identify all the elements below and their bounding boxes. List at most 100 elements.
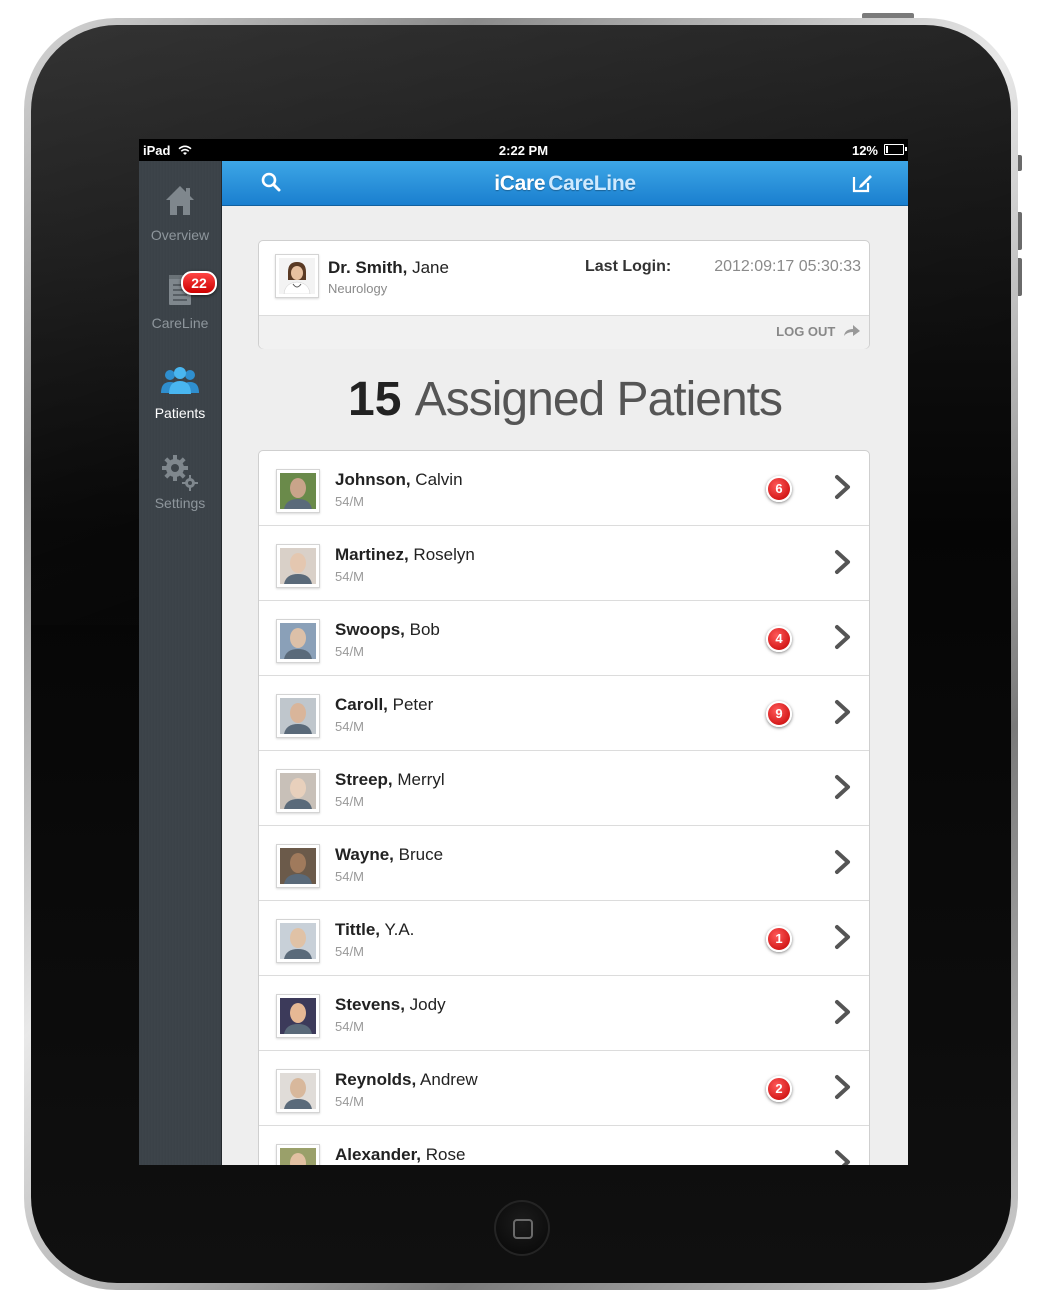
patient-name: Alexander, Rose xyxy=(335,1145,465,1165)
patient-last-name: Stevens, xyxy=(335,995,405,1014)
patient-row[interactable]: Martinez, Roselyn 54/M xyxy=(259,526,869,601)
patient-first-name: Merryl xyxy=(397,770,445,789)
patient-row[interactable]: Stevens, Jody 54/M xyxy=(259,976,869,1051)
patient-avatar xyxy=(276,694,320,738)
alert-count-badge: 2 xyxy=(766,1076,792,1102)
patient-row[interactable]: Swoops, Bob 54/M 4 xyxy=(259,601,869,676)
logout-arrow-icon xyxy=(844,325,860,336)
patient-avatar xyxy=(276,619,320,663)
doctor-card: Dr. Smith, Jane Neurology Last Login: 20… xyxy=(258,240,870,349)
patient-last-name: Reynolds, xyxy=(335,1070,417,1089)
patient-name: Wayne, Bruce xyxy=(335,845,443,865)
patient-photo xyxy=(280,548,316,584)
home-button[interactable] xyxy=(494,1200,550,1256)
patient-last-name: Wayne, xyxy=(335,845,394,864)
careline-badge: 22 xyxy=(181,271,217,295)
patient-first-name: Roselyn xyxy=(413,545,475,564)
patient-list: Johnson, Calvin 54/M 6 Martinez, Roselyn… xyxy=(258,450,870,1165)
sidebar-item-careline[interactable]: 22 CareLine xyxy=(139,271,221,359)
patient-last-name: Swoops, xyxy=(335,620,405,639)
last-login-value: 2012:09:17 05:30:33 xyxy=(714,258,861,275)
logout-button[interactable]: LOG OUT xyxy=(776,324,861,339)
patient-avatar xyxy=(276,919,320,963)
patient-info: 54/M xyxy=(335,644,364,659)
patient-first-name: Rose xyxy=(425,1145,466,1164)
patient-avatar xyxy=(276,544,320,588)
patient-row[interactable]: Tittle, Y.A. 54/M 1 xyxy=(259,901,869,976)
patient-name: Martinez, Roselyn xyxy=(335,545,475,565)
status-bar: iPad 2:22 PM 12% xyxy=(139,139,908,161)
patient-info: 54/M xyxy=(335,1094,364,1109)
sidebar-item-settings[interactable]: Settings xyxy=(139,453,221,539)
sidebar-item-label: Settings xyxy=(154,495,206,511)
patient-info: 54/M xyxy=(335,494,364,509)
patient-avatar xyxy=(276,769,320,813)
patient-info: 54/M xyxy=(335,794,364,809)
patient-name: Swoops, Bob xyxy=(335,620,440,640)
patient-photo xyxy=(280,1073,316,1109)
chevron-right-icon xyxy=(835,1000,850,1024)
chevron-right-icon xyxy=(835,625,850,649)
patient-photo xyxy=(280,623,316,659)
app-title: iCare CareLine xyxy=(222,172,908,196)
patient-row[interactable]: Wayne, Bruce 54/M xyxy=(259,826,869,901)
patient-last-name: Alexander, xyxy=(335,1145,421,1164)
sidebar-item-label: Patients xyxy=(154,405,206,421)
chevron-right-icon xyxy=(835,700,850,724)
patient-first-name: Andrew xyxy=(420,1070,478,1089)
patient-name: Caroll, Peter xyxy=(335,695,433,715)
alert-count-badge: 1 xyxy=(766,926,792,952)
status-time: 2:22 PM xyxy=(498,143,549,158)
patient-photo xyxy=(280,1148,316,1165)
app-title-prefix: iCare xyxy=(494,172,546,195)
patient-row[interactable]: Reynolds, Andrew 54/M 2 xyxy=(259,1051,869,1126)
patient-first-name: Bob xyxy=(409,620,440,639)
patient-row[interactable]: Alexander, Rose 54/M xyxy=(259,1126,869,1165)
patient-first-name: Y.A. xyxy=(384,920,415,939)
app-header: iCare CareLine xyxy=(222,161,908,206)
sidebar-item-label: CareLine xyxy=(151,315,209,331)
patient-info: 54/M xyxy=(335,1019,364,1034)
sidebar-item-overview[interactable]: Overview xyxy=(139,183,221,269)
chevron-right-icon xyxy=(835,550,850,574)
patient-name: Stevens, Jody xyxy=(335,995,446,1015)
patient-first-name: Calvin xyxy=(415,470,463,489)
chevron-right-icon xyxy=(835,850,850,874)
patient-name: Reynolds, Andrew xyxy=(335,1070,478,1090)
chevron-right-icon xyxy=(835,1150,850,1165)
alert-count-badge: 6 xyxy=(766,476,792,502)
doctor-card-footer: LOG OUT xyxy=(259,315,869,349)
patient-photo xyxy=(280,773,316,809)
patient-row[interactable]: Johnson, Calvin 54/M 6 xyxy=(259,451,869,526)
patient-row[interactable]: Caroll, Peter 54/M 9 xyxy=(259,676,869,751)
doctor-specialty: Neurology xyxy=(328,281,388,296)
doctor-name: Dr. Smith, Jane xyxy=(328,258,449,278)
last-login-label: Last Login: xyxy=(585,258,672,275)
patient-name: Tittle, Y.A. xyxy=(335,920,414,940)
people-icon xyxy=(161,367,199,394)
compose-icon[interactable] xyxy=(850,171,874,195)
chevron-right-icon xyxy=(835,475,850,499)
battery-percent: 12% xyxy=(851,143,878,158)
patient-name: Streep, Merryl xyxy=(335,770,445,790)
patient-row[interactable]: Streep, Merryl 54/M xyxy=(259,751,869,826)
patient-info: 54/M xyxy=(335,569,364,584)
patient-last-name: Martinez, xyxy=(335,545,409,564)
home-square-icon xyxy=(513,1219,533,1239)
app-screen: iPad 2:22 PM 12% Overview 22 CareLine Pa… xyxy=(139,139,908,1165)
chevron-right-icon xyxy=(835,775,850,799)
chevron-right-icon xyxy=(835,1075,850,1099)
patient-photo xyxy=(280,698,316,734)
patient-first-name: Bruce xyxy=(398,845,444,864)
gears-icon xyxy=(162,455,198,491)
doctor-photo xyxy=(279,258,315,295)
sidebar-item-patients[interactable]: Patients xyxy=(139,363,221,449)
patient-avatar xyxy=(276,1144,320,1165)
battery-icon xyxy=(884,144,904,155)
patient-avatar xyxy=(276,1069,320,1113)
patient-photo xyxy=(280,473,316,509)
patient-info: 54/M xyxy=(335,869,364,884)
patient-first-name: Jody xyxy=(409,995,446,1014)
patient-last-name: Tittle, xyxy=(335,920,381,939)
doctor-avatar xyxy=(275,254,319,298)
